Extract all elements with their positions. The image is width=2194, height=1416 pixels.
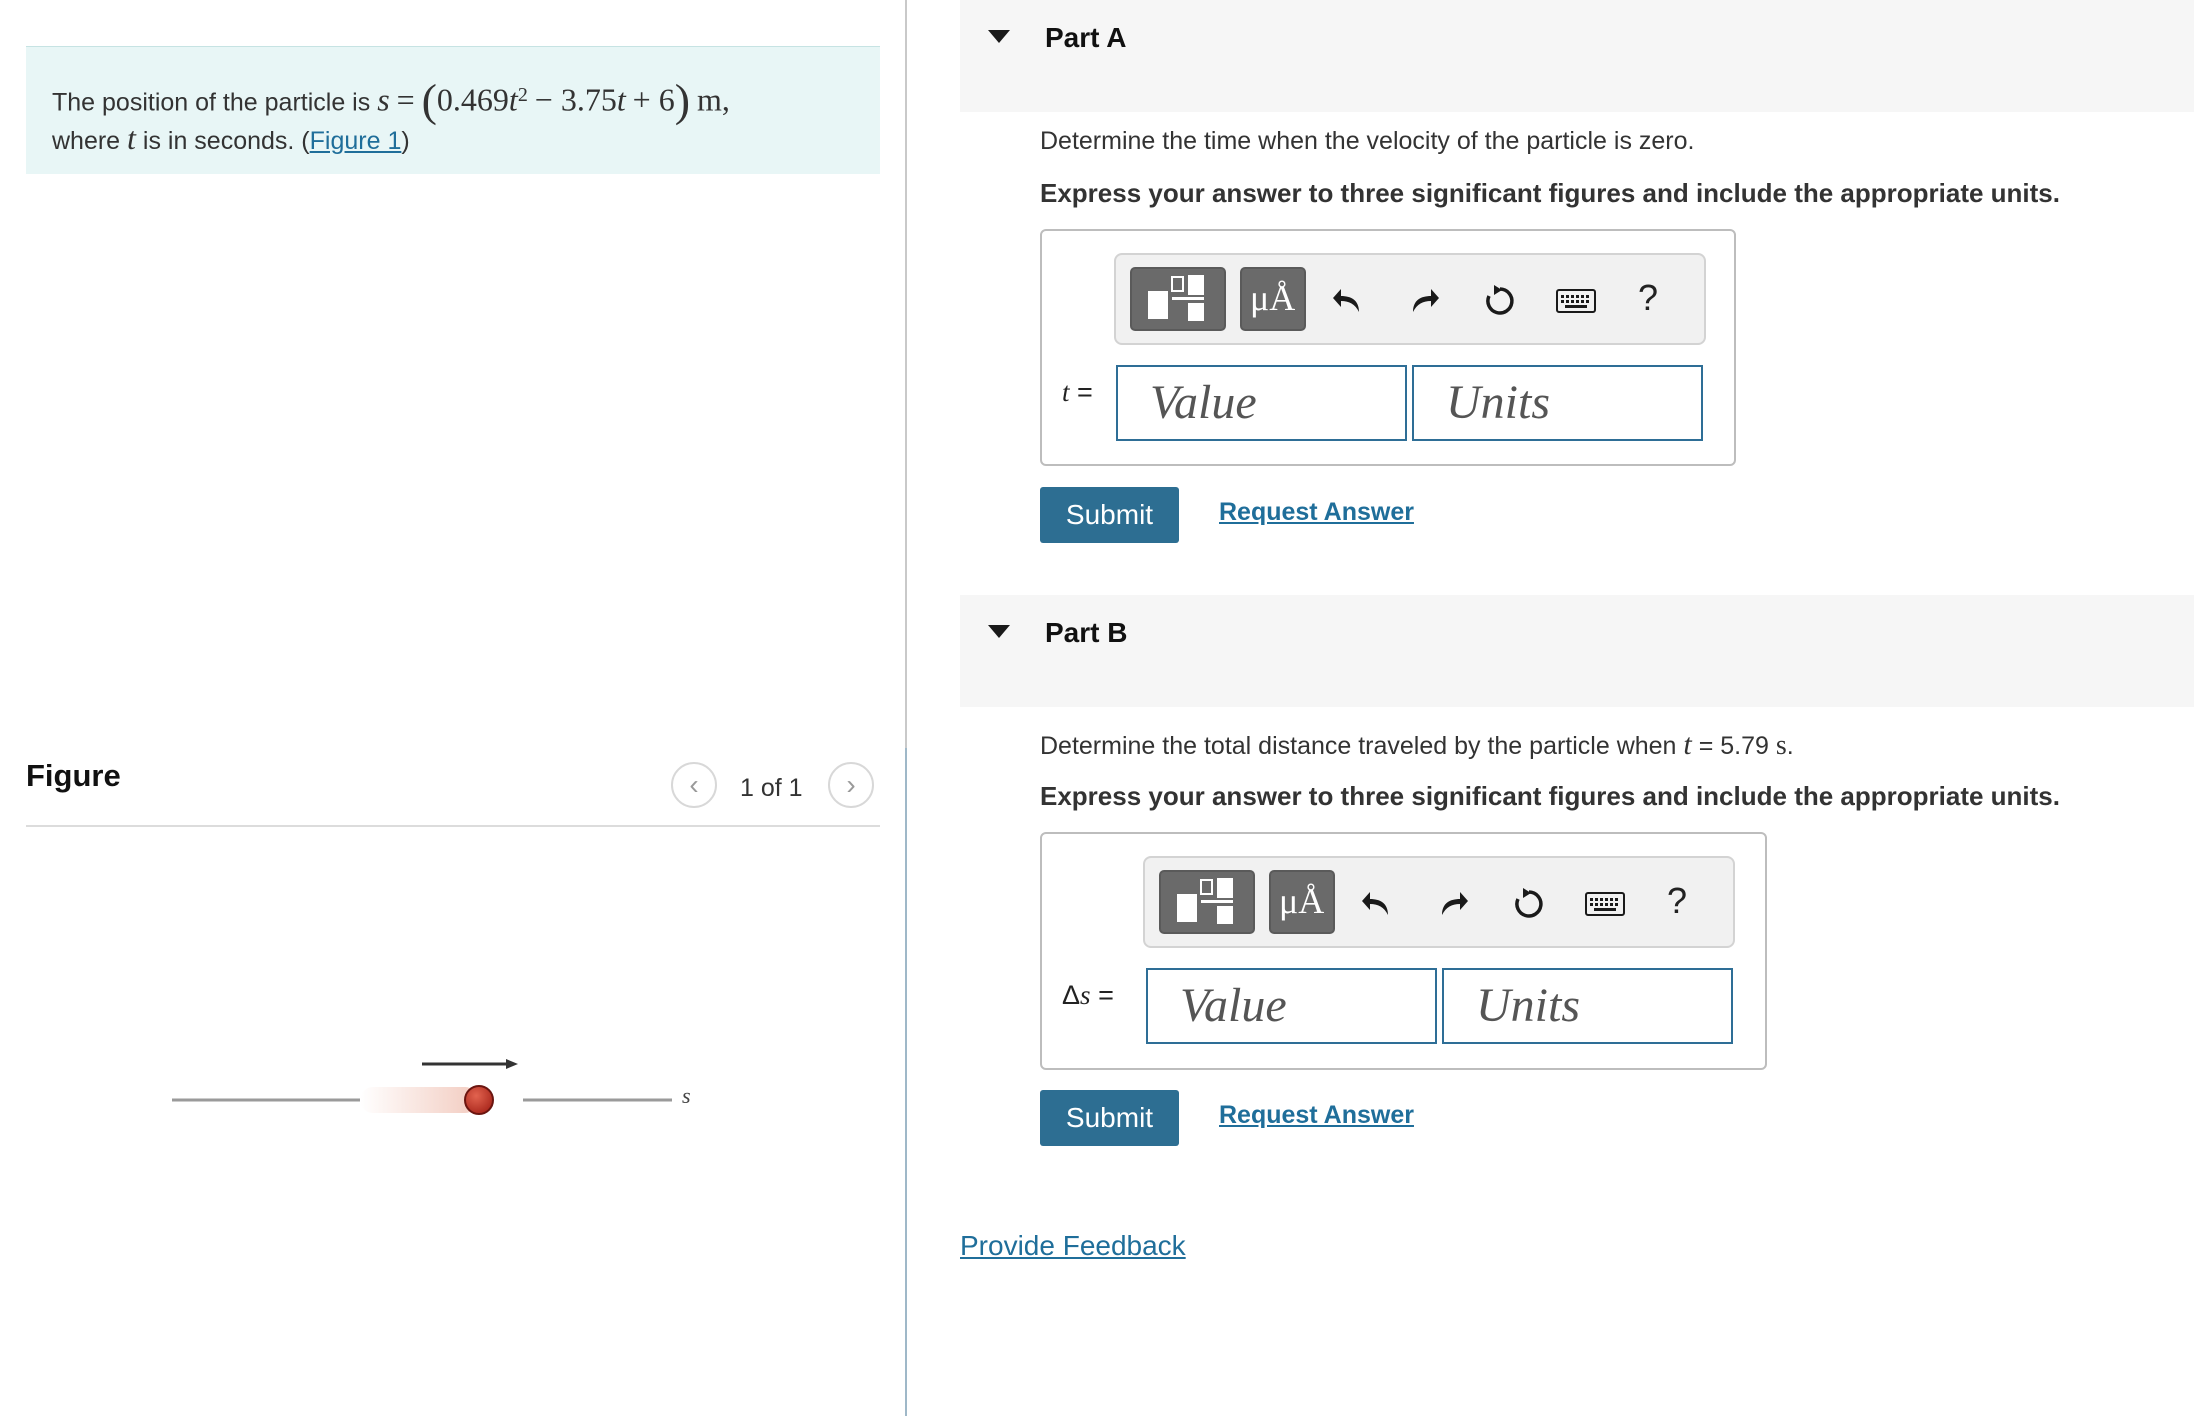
part-a-request-answer-link[interactable]: Request Answer	[1219, 498, 1414, 527]
next-figure-button[interactable]: ›	[828, 762, 874, 808]
problem-statement: The position of the particle is s = (0.4…	[26, 46, 880, 174]
chevron-left-icon: ‹	[689, 769, 699, 800]
part-a-toolbar: μÅ ?	[1114, 253, 1706, 345]
keyboard-button[interactable]	[1552, 279, 1600, 323]
figure-1-link[interactable]: Figure 1	[310, 127, 402, 155]
help-icon[interactable]: ?	[1638, 277, 1658, 319]
part-a-submit-button[interactable]: Submit	[1040, 487, 1179, 543]
undo-button[interactable]	[1355, 882, 1399, 926]
redo-icon	[1413, 289, 1439, 312]
part-b-header[interactable]: Part B	[960, 595, 2194, 707]
part-b-answer-box: μÅ ? Δs = Value Units	[1040, 832, 1767, 1070]
part-a-instruction: Express your answer to three significant…	[1040, 178, 2060, 208]
part-b-units-input[interactable]: Units	[1442, 968, 1733, 1044]
motion-blur-trail	[360, 1087, 478, 1113]
units-button[interactable]: μÅ	[1240, 267, 1306, 331]
figure-counter: 1 of 1	[740, 774, 803, 802]
left-panel: The position of the particle is s = (0.4…	[0, 0, 905, 1416]
units-button[interactable]: μÅ	[1269, 870, 1335, 934]
templates-icon	[1177, 878, 1233, 924]
redo-button[interactable]	[1431, 882, 1475, 926]
particle-ball	[464, 1085, 494, 1115]
part-b-question: Determine the total distance traveled by…	[1040, 728, 1794, 761]
templates-icon	[1148, 275, 1204, 321]
right-panel: Part A Determine the time when the veloc…	[907, 0, 2194, 1416]
part-b-request-answer-link[interactable]: Request Answer	[1219, 1101, 1414, 1130]
part-a-value-input[interactable]: Value	[1116, 365, 1407, 441]
part-b-instruction: Express your answer to three significant…	[1040, 781, 2060, 811]
reset-button[interactable]	[1478, 279, 1522, 323]
figure-heading: Figure	[26, 758, 121, 793]
collapse-caret-icon[interactable]	[988, 625, 1010, 638]
keyboard-button[interactable]	[1581, 882, 1629, 926]
redo-icon	[1442, 892, 1468, 915]
undo-icon	[1333, 289, 1359, 312]
keyboard-icon	[1585, 892, 1625, 916]
chevron-right-icon: ›	[846, 769, 856, 800]
keyboard-icon	[1556, 289, 1596, 313]
part-a-variable-label: t =	[1062, 377, 1093, 407]
part-a-title: Part A	[1045, 22, 1127, 53]
provide-feedback-link[interactable]: Provide Feedback	[960, 1230, 1186, 1262]
part-b-toolbar: μÅ ?	[1143, 856, 1735, 948]
problem-line-2: where t is in seconds. (Figure 1)	[52, 120, 410, 157]
part-a-answer-box: μÅ ? t = Value Units	[1040, 229, 1736, 466]
units-icon: μÅ	[1279, 881, 1325, 921]
collapse-caret-icon[interactable]	[988, 30, 1010, 43]
reset-icon	[1515, 888, 1543, 918]
reset-icon	[1486, 285, 1514, 315]
part-b-value-input[interactable]: Value	[1146, 968, 1437, 1044]
previous-figure-button[interactable]: ‹	[671, 762, 717, 808]
axis-label-s: s	[682, 1083, 691, 1108]
units-icon: μÅ	[1250, 278, 1296, 318]
figure-divider	[26, 825, 880, 827]
templates-button[interactable]	[1159, 870, 1255, 934]
templates-button[interactable]	[1130, 267, 1226, 331]
part-a-units-input[interactable]: Units	[1412, 365, 1703, 441]
part-a-question: Determine the time when the velocity of …	[1040, 127, 1695, 155]
particle-figure: s	[172, 1059, 691, 1115]
help-icon[interactable]: ?	[1667, 880, 1687, 922]
arrow-head-icon	[506, 1059, 518, 1069]
part-b-variable-label: Δs =	[1062, 980, 1114, 1010]
undo-icon	[1362, 892, 1388, 915]
redo-button[interactable]	[1402, 279, 1446, 323]
undo-button[interactable]	[1326, 279, 1370, 323]
reset-button[interactable]	[1507, 882, 1551, 926]
part-b-title: Part B	[1045, 617, 1128, 648]
problem-line-1: The position of the particle is s = (0.4…	[52, 74, 730, 126]
part-a-header[interactable]: Part A	[960, 0, 2194, 112]
part-b-submit-button[interactable]: Submit	[1040, 1090, 1179, 1146]
